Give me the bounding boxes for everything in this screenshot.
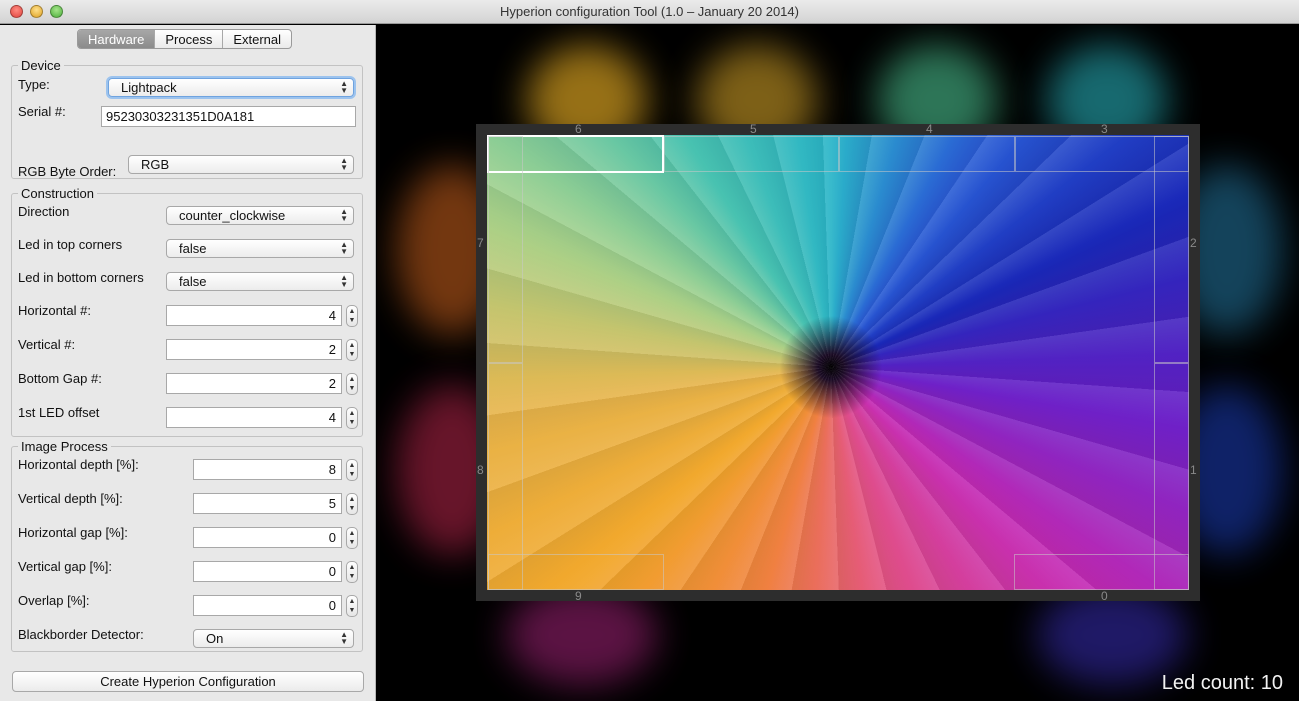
- screen-image: [487, 135, 1189, 590]
- bottom-corners-label: Led in bottom corners: [18, 270, 144, 285]
- bottom-corners-value: false: [179, 274, 207, 289]
- led-region-5[interactable]: [664, 136, 839, 172]
- overlap-label: Overlap [%]:: [18, 593, 90, 608]
- horizontal-count-label: Horizontal #:: [18, 303, 91, 318]
- v-gap-label: Vertical gap [%]:: [18, 559, 112, 574]
- led-number-3: 3: [1101, 122, 1108, 136]
- v-gap-input[interactable]: 0: [193, 561, 342, 582]
- led-number-0: 0: [1101, 589, 1108, 603]
- panel-scrollbar[interactable]: [365, 65, 371, 675]
- bottom-gap-stepper[interactable]: ▲ ▼: [346, 373, 358, 395]
- direction-select[interactable]: counter_clockwise ▲ ▼: [166, 206, 354, 225]
- led-preview-canvas: 6 5 4 3 7 8 2 1 9 0 Led count: 10: [377, 25, 1299, 701]
- bottom-gap-label: Bottom Gap #:: [18, 371, 102, 386]
- led-region-4[interactable]: [839, 136, 1015, 172]
- h-gap-input[interactable]: 0: [193, 527, 342, 548]
- led-region-7[interactable]: [488, 136, 523, 363]
- h-depth-stepper[interactable]: ▲ ▼: [346, 459, 358, 481]
- chevron-updown-icon: ▲ ▼: [340, 240, 348, 256]
- v-depth-label: Vertical depth [%]:: [18, 491, 123, 506]
- swirl-overlay: [487, 135, 1189, 590]
- led-number-2: 2: [1190, 236, 1197, 250]
- led-offset-label: 1st LED offset: [18, 405, 100, 420]
- led-count-label: Led count: 10: [1161, 672, 1283, 694]
- type-label: Type:: [18, 77, 50, 92]
- construction-group-title: Construction: [18, 186, 97, 201]
- blackborder-label: Blackborder Detector:: [18, 627, 144, 642]
- rgb-order-label: RGB Byte Order:: [18, 164, 117, 179]
- device-group-title: Device: [18, 58, 64, 73]
- h-gap-stepper[interactable]: ▲ ▼: [346, 527, 358, 549]
- bottom-corners-select[interactable]: false ▲ ▼: [166, 272, 354, 291]
- h-gap-label: Horizontal gap [%]:: [18, 525, 128, 540]
- serial-input[interactable]: 95230303231351D0A181: [101, 106, 356, 127]
- chevron-updown-icon: ▲ ▼: [340, 79, 348, 95]
- led-number-6: 6: [575, 122, 582, 136]
- top-corners-value: false: [179, 241, 207, 256]
- led-number-9: 9: [575, 589, 582, 603]
- v-depth-stepper[interactable]: ▲ ▼: [346, 493, 358, 515]
- title-bar: Hyperion configuration Tool (1.0 – Janua…: [0, 0, 1299, 24]
- led-number-8: 8: [477, 463, 484, 477]
- vertical-count-stepper[interactable]: ▲ ▼: [346, 339, 358, 361]
- v-gap-stepper[interactable]: ▲ ▼: [346, 561, 358, 583]
- led-number-7: 7: [477, 236, 484, 250]
- vertical-count-input[interactable]: 2: [166, 339, 342, 360]
- overlap-stepper[interactable]: ▲ ▼: [346, 595, 358, 617]
- led-region-0[interactable]: [1014, 554, 1189, 590]
- v-depth-input[interactable]: 5: [193, 493, 342, 514]
- led-region-2[interactable]: [1154, 136, 1189, 363]
- led-offset-stepper[interactable]: ▲ ▼: [346, 407, 358, 429]
- chevron-updown-icon: ▲ ▼: [340, 630, 348, 646]
- create-config-button[interactable]: Create Hyperion Configuration: [12, 671, 364, 692]
- horizontal-count-stepper[interactable]: ▲ ▼: [346, 305, 358, 327]
- type-select[interactable]: Lightpack ▲ ▼: [108, 78, 354, 97]
- tab-process[interactable]: Process: [155, 30, 224, 48]
- led-number-4: 4: [926, 122, 933, 136]
- serial-label: Serial #:: [18, 104, 66, 119]
- led-number-5: 5: [750, 122, 757, 136]
- tab-bar: Hardware Process External: [77, 29, 293, 49]
- type-select-value: Lightpack: [121, 80, 177, 95]
- horizontal-count-input[interactable]: 4: [166, 305, 342, 326]
- direction-label: Direction: [18, 204, 70, 219]
- blackborder-value: On: [206, 631, 224, 646]
- blackborder-select[interactable]: On ▲ ▼: [193, 629, 354, 648]
- led-offset-input[interactable]: 4: [166, 407, 342, 428]
- window-title: Hyperion configuration Tool (1.0 – Janua…: [500, 4, 799, 19]
- chevron-updown-icon: ▲ ▼: [340, 207, 348, 223]
- image-process-group-title: Image Process: [18, 439, 111, 454]
- vertical-count-label: Vertical #:: [18, 337, 76, 352]
- rgb-order-value: RGB: [141, 157, 170, 172]
- direction-value: counter_clockwise: [179, 208, 286, 223]
- top-corners-select[interactable]: false ▲ ▼: [166, 239, 354, 258]
- chevron-updown-icon: ▲ ▼: [340, 156, 348, 172]
- h-depth-input[interactable]: 8: [193, 459, 342, 480]
- bottom-gap-input[interactable]: 2: [166, 373, 342, 394]
- rgb-order-select[interactable]: RGB ▲ ▼: [128, 155, 354, 174]
- chevron-updown-icon: ▲ ▼: [340, 273, 348, 289]
- overlap-input[interactable]: 0: [193, 595, 342, 616]
- monitor-frame: [476, 124, 1200, 601]
- config-panel: Hardware Process External Device Type: L…: [0, 25, 376, 701]
- h-depth-label: Horizontal depth [%]:: [18, 457, 139, 472]
- tab-external[interactable]: External: [223, 30, 291, 48]
- led-region-9[interactable]: [488, 554, 664, 590]
- top-corners-label: Led in top corners: [18, 237, 123, 252]
- tab-hardware[interactable]: Hardware: [78, 30, 156, 48]
- led-number-1: 1: [1190, 463, 1197, 477]
